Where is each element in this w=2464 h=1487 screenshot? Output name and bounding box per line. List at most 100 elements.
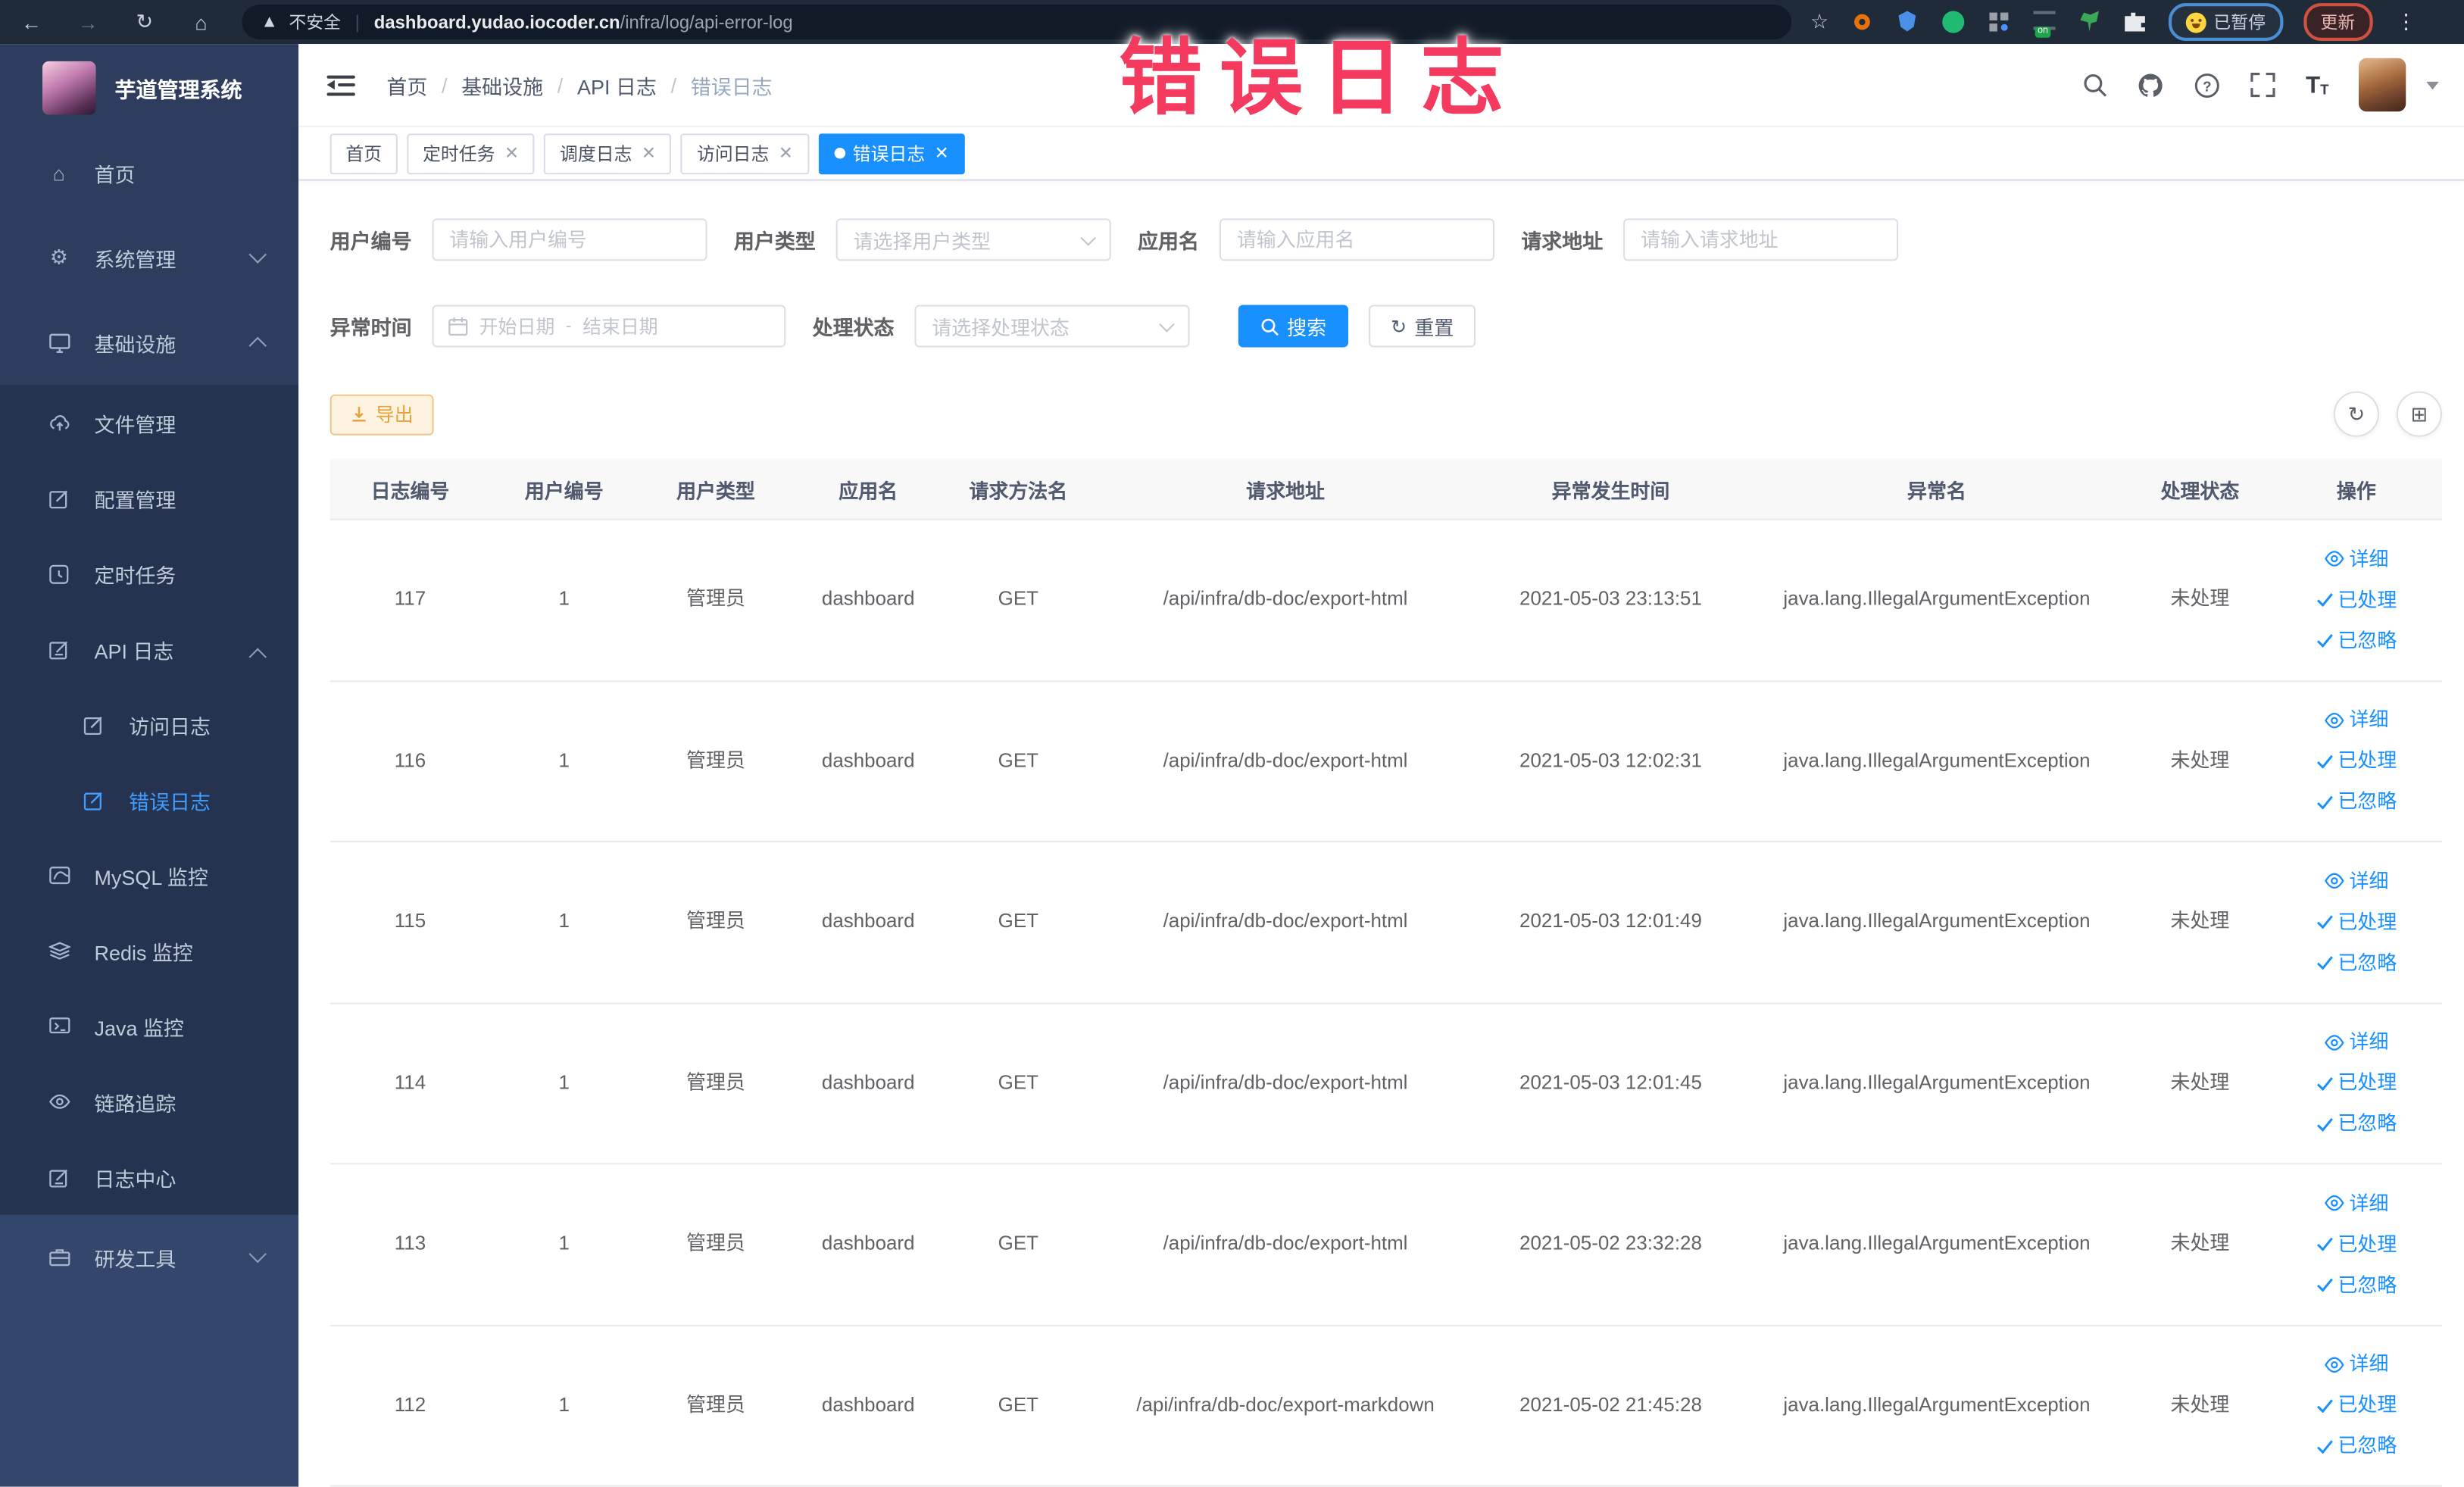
action-processed-link[interactable]: 已处理 bbox=[2316, 1226, 2397, 1264]
app-logo[interactable]: 芋道管理系统 bbox=[0, 44, 298, 130]
breadcrumb-api-log[interactable]: API 日志 bbox=[577, 70, 657, 99]
sidebar-item-infra[interactable]: 基础设施 bbox=[0, 300, 298, 385]
action-detail-link[interactable]: 详细 bbox=[2324, 862, 2388, 900]
search-button[interactable]: 搜索 bbox=[1238, 305, 1349, 348]
sidebar-item-java-monitor[interactable]: Java 监控 bbox=[0, 989, 298, 1064]
cell-url: /api/infra/db-doc/export-html bbox=[1163, 910, 1408, 933]
sidebar-item-config-manage[interactable]: 配置管理 bbox=[0, 461, 298, 536]
browser-back-icon[interactable]: ← bbox=[16, 10, 47, 33]
close-icon[interactable]: ✕ bbox=[935, 143, 949, 164]
action-processed-link[interactable]: 已处理 bbox=[2316, 1386, 2397, 1424]
tab-dispatch-log[interactable]: 调度日志 ✕ bbox=[544, 133, 672, 174]
action-label: 详细 bbox=[2349, 709, 2389, 732]
cell-user_type: 管理员 bbox=[686, 588, 745, 611]
close-icon[interactable]: ✕ bbox=[504, 143, 519, 164]
sidebar-item-scheduled-job[interactable]: 定时任务 bbox=[0, 536, 298, 611]
browser-home-icon[interactable]: ⌂ bbox=[186, 10, 217, 33]
sidebar-item-home[interactable]: ⌂ 首页 bbox=[0, 130, 298, 215]
tab-scheduled-job[interactable]: 定时任务 ✕ bbox=[407, 133, 535, 174]
sidebar-item-api-log[interactable]: API 日志 bbox=[0, 611, 298, 687]
action-ignored-link[interactable]: 已忽略 bbox=[2316, 1427, 2397, 1465]
user-id-input[interactable] bbox=[432, 218, 707, 261]
user-menu-caret-icon[interactable] bbox=[2426, 80, 2439, 89]
browser-menu-icon[interactable]: ⋮ bbox=[2396, 9, 2416, 34]
sidebar-item-redis-monitor[interactable]: Redis 监控 bbox=[0, 913, 298, 989]
breadcrumb-infra[interactable]: 基础设施 bbox=[461, 70, 543, 99]
action-processed-link[interactable]: 已处理 bbox=[2316, 581, 2397, 619]
sidebar-item-log-center[interactable]: 日志中心 bbox=[0, 1139, 298, 1215]
sidebar-item-error-log[interactable]: 错误日志 bbox=[0, 762, 298, 838]
action-detail-link[interactable]: 详细 bbox=[2324, 701, 2388, 739]
font-size-icon[interactable]: TT bbox=[2306, 73, 2328, 96]
tab-access-log[interactable]: 访问日志 ✕ bbox=[681, 133, 809, 174]
svg-text:?: ? bbox=[2203, 77, 2212, 93]
help-icon[interactable]: ? bbox=[2194, 71, 2221, 98]
ext-sprout-icon[interactable] bbox=[2077, 9, 2102, 34]
export-button[interactable]: 导出 bbox=[329, 393, 434, 435]
request-url-input[interactable] bbox=[1623, 218, 1899, 261]
cell-id: 117 bbox=[394, 588, 426, 611]
browser-update-button[interactable]: 更新 bbox=[2303, 3, 2372, 41]
cell-id: 115 bbox=[394, 910, 426, 933]
check-icon bbox=[2316, 634, 2333, 648]
cell-id: 113 bbox=[394, 1232, 426, 1255]
action-ignored-link[interactable]: 已忽略 bbox=[2316, 1105, 2397, 1143]
date-range-separator: - bbox=[565, 317, 572, 336]
action-ignored-link[interactable]: 已忽略 bbox=[2316, 944, 2397, 982]
sidebar-item-access-log[interactable]: 访问日志 bbox=[0, 687, 298, 763]
action-detail-link[interactable]: 详细 bbox=[2324, 1185, 2388, 1223]
user-type-select[interactable]: 请选择用户类型 bbox=[835, 218, 1111, 261]
tab-label: 访问日志 bbox=[696, 145, 770, 164]
action-processed-link[interactable]: 已处理 bbox=[2316, 742, 2397, 780]
action-detail-link[interactable]: 详细 bbox=[2324, 1345, 2388, 1383]
update-label: 更新 bbox=[2320, 14, 2356, 33]
action-detail-link[interactable]: 详细 bbox=[2324, 1023, 2388, 1061]
close-icon[interactable]: ✕ bbox=[779, 143, 793, 164]
action-ignored-link[interactable]: 已忽略 bbox=[2316, 622, 2397, 660]
tab-home[interactable]: 首页 bbox=[329, 133, 398, 174]
action-label: 已处理 bbox=[2338, 589, 2397, 611]
sidebar-item-trace[interactable]: 链路追踪 bbox=[0, 1064, 298, 1140]
cell-user_id: 1 bbox=[558, 1393, 570, 1416]
action-ignored-link[interactable]: 已忽略 bbox=[2316, 1267, 2397, 1304]
close-icon[interactable]: ✕ bbox=[642, 143, 656, 164]
browser-reload-icon[interactable]: ↻ bbox=[129, 9, 160, 34]
ext-blue-shield-icon[interactable] bbox=[1894, 9, 1919, 34]
fullscreen-icon[interactable] bbox=[2251, 72, 2276, 98]
ext-switch-icon[interactable] bbox=[2031, 9, 2056, 34]
action-processed-link[interactable]: 已处理 bbox=[2316, 903, 2397, 941]
exception-time-range-picker[interactable]: 开始日期 - 结束日期 bbox=[432, 305, 786, 348]
sidebar-item-file-manage[interactable]: 文件管理 bbox=[0, 385, 298, 461]
action-processed-link[interactable]: 已处理 bbox=[2316, 1064, 2397, 1102]
home-icon: ⌂ bbox=[52, 161, 65, 185]
browser-forward-icon[interactable]: → bbox=[72, 10, 103, 33]
cell-time: 2021-05-03 23:13:51 bbox=[1519, 588, 1702, 611]
ext-orange-ring-icon[interactable] bbox=[1849, 9, 1874, 34]
app-name-input[interactable] bbox=[1220, 218, 1495, 261]
process-status-select[interactable]: 请选择处理状态 bbox=[914, 305, 1190, 348]
sidebar-item-system[interactable]: ⚙ 系统管理 bbox=[0, 215, 298, 300]
search-icon[interactable] bbox=[2083, 72, 2108, 97]
breadcrumb-home[interactable]: 首页 bbox=[386, 70, 427, 99]
user-avatar[interactable] bbox=[2359, 58, 2406, 112]
extension-paused-badge[interactable]: 已暂停 bbox=[2168, 3, 2283, 41]
tab-error-log[interactable]: 错误日志 ✕ bbox=[818, 133, 965, 174]
sidebar-item-mysql-monitor[interactable]: MySQL 监控 bbox=[0, 838, 298, 914]
refresh-table-button[interactable]: ↻ bbox=[2333, 391, 2379, 437]
cell-url: /api/infra/db-doc/export-html bbox=[1163, 1071, 1408, 1094]
check-icon bbox=[2316, 1117, 2333, 1132]
table-row: 113 1 管理员 dashboard GET/api/infra/db-doc/exp… bbox=[329, 1164, 2442, 1326]
ext-green-y-icon[interactable] bbox=[1940, 9, 1965, 34]
action-ignored-link[interactable]: 已忽略 bbox=[2316, 783, 2397, 821]
ext-grid-icon[interactable] bbox=[1986, 9, 2011, 34]
address-bar[interactable]: ▲ 不安全 | dashboard.yudao.iocoder.cn/infra… bbox=[242, 5, 1792, 39]
github-icon[interactable] bbox=[2138, 71, 2164, 98]
bookmark-star-icon[interactable]: ☆ bbox=[1810, 9, 1828, 34]
action-label: 已处理 bbox=[2338, 1394, 2397, 1417]
ext-puzzle-icon[interactable] bbox=[2122, 9, 2147, 34]
sidebar-item-dev-tools[interactable]: 研发工具 bbox=[0, 1215, 298, 1300]
column-settings-button[interactable]: ⊞ bbox=[2396, 391, 2442, 437]
reset-button[interactable]: ↻ 重置 bbox=[1369, 305, 1476, 348]
action-detail-link[interactable]: 详细 bbox=[2324, 540, 2388, 578]
sidebar-collapse-icon[interactable] bbox=[326, 74, 355, 95]
